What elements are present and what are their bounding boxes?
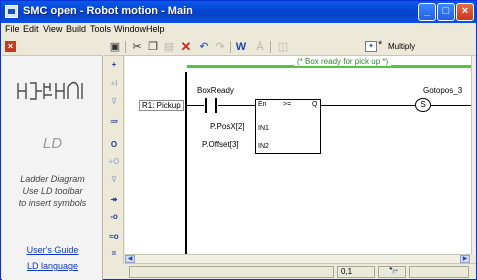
menu-file[interactable]: File: [5, 24, 20, 34]
close-panel-icon[interactable]: ×: [5, 41, 16, 52]
rung-wire: [187, 105, 204, 106]
language-abbr: LD: [42, 135, 63, 152]
left-info-panel: × LD Ladder Diagram Use LD toolbar to in…: [2, 38, 103, 280]
ld-tool-rung[interactable]: ≕: [107, 116, 121, 127]
app-icon: [5, 5, 18, 18]
block-selector[interactable]: Multiply: [388, 42, 415, 51]
menu-view[interactable]: View: [43, 24, 62, 34]
vertical-scrollbar[interactable]: [471, 56, 476, 254]
close-button[interactable]: ×: [456, 3, 474, 21]
contact-variable-label[interactable]: BoxReady: [197, 86, 234, 95]
left-panel-header: ×: [2, 38, 103, 56]
scroll-right-icon[interactable]: ▶: [460, 255, 470, 263]
menu-build[interactable]: Build: [66, 24, 86, 34]
compare-function-block[interactable]: En >= Q IN1 IN2: [255, 99, 321, 154]
cursor-position: 0,1: [337, 266, 375, 278]
paste-icon[interactable]: ▤: [162, 40, 176, 54]
block-in1-pin: IN1: [258, 125, 269, 132]
window-title: SMC open - Robot motion - Main: [23, 5, 193, 17]
block-operator: >=: [283, 101, 292, 108]
ld-tool-jump[interactable]: ↠: [107, 194, 121, 205]
language-description: Ladder Diagram Use LD toolbar to insert …: [2, 173, 103, 209]
status-bar: 0,1 🔭: [125, 263, 476, 279]
left-power-rail: [185, 72, 187, 254]
watch-icon[interactable]: W: [234, 40, 248, 54]
app-window: SMC open - Robot motion - Main _ □ × Fil…: [0, 0, 477, 280]
menu-tools[interactable]: Tools: [90, 24, 111, 34]
ld-tool-contact[interactable]: +: [107, 59, 121, 70]
undo-icon[interactable]: ↶: [197, 40, 211, 54]
scroll-left-icon[interactable]: ◀: [125, 255, 135, 263]
ld-tool-horizontal[interactable]: =: [107, 248, 121, 259]
rung-wire: [431, 105, 471, 106]
contact-symbol[interactable]: [204, 98, 218, 113]
save-icon[interactable]: ▣: [108, 40, 122, 54]
desc-line-3: to insert symbols: [18, 198, 87, 208]
horizontal-scrollbar[interactable]: ◀ ▶: [125, 254, 471, 263]
font-icon[interactable]: Ā: [253, 40, 267, 54]
menu-edit[interactable]: Edit: [23, 24, 39, 34]
rung-comment[interactable]: (* Box ready for pick up *): [294, 57, 392, 66]
redo-icon[interactable]: ↷: [213, 40, 227, 54]
users-guide-link[interactable]: User's Guide: [2, 245, 103, 255]
in1-variable[interactable]: P.PosX[2]: [210, 122, 245, 131]
ld-tool-branch[interactable]: ⊽: [107, 96, 121, 107]
ld-tool-coil[interactable]: O: [107, 139, 121, 150]
menu-bar: File Edit View Build Tools Window Help: [1, 23, 476, 38]
block-star-icon: *: [378, 39, 383, 51]
ld-language-link[interactable]: LD language: [2, 261, 103, 271]
copy-icon[interactable]: ❐: [146, 40, 160, 54]
ld-tool-block[interactable]: ≈o: [107, 231, 121, 242]
block-q-pin: Q: [312, 101, 318, 108]
block-in2-pin: IN2: [258, 143, 269, 150]
desc-line-2: Use LD toolbar: [22, 186, 83, 196]
ld-tool-contact-parallel[interactable]: +I: [107, 78, 121, 89]
ld-tool-return[interactable]: -o: [107, 211, 121, 222]
in2-variable[interactable]: P.Offset[3]: [202, 140, 239, 149]
ld-toolbar: + +I ⊽ ≕ O +O ⊽ ↠ -o ≈o =: [104, 56, 124, 264]
menu-window[interactable]: Window: [114, 24, 146, 34]
main-toolbar: ▣ ✂ ❐ ▤ ✕ ↶ ↷ W Ā ◫ ✦ * Multiply: [104, 38, 476, 56]
set-coil-symbol[interactable]: S: [415, 98, 431, 112]
ld-tool-coil-branch[interactable]: ⊽: [107, 174, 121, 185]
rung-label[interactable]: R1: Pickup: [139, 100, 184, 111]
ladder-logo-icon: [17, 81, 83, 100]
toolbar-separator: [230, 41, 231, 53]
delete-icon[interactable]: ✕: [179, 40, 193, 54]
status-message: [129, 266, 334, 278]
layout-icon[interactable]: ◫: [276, 40, 290, 54]
ld-tool-coil-parallel[interactable]: +O: [107, 156, 121, 167]
rung-wire: [321, 105, 415, 106]
select-block-icon[interactable]: ✦: [365, 41, 377, 52]
coil-variable-label[interactable]: Gotopos_3: [423, 86, 462, 95]
minimize-button[interactable]: _: [418, 3, 436, 21]
find-icon[interactable]: 🔭: [378, 266, 406, 278]
desc-line-1: Ladder Diagram: [20, 174, 85, 184]
menu-help[interactable]: Help: [146, 24, 165, 34]
ladder-diagram-canvas[interactable]: (* Box ready for pick up *) R1: Pickup B…: [125, 56, 471, 254]
cut-icon[interactable]: ✂: [130, 40, 144, 54]
block-en-pin: En: [258, 101, 267, 108]
rung-wire: [218, 105, 255, 106]
status-extra: [409, 266, 469, 278]
toolbar-separator: [125, 41, 126, 53]
maximize-button[interactable]: □: [437, 3, 455, 21]
title-bar[interactable]: SMC open - Robot motion - Main _ □ ×: [1, 1, 476, 23]
toolbar-separator: [270, 41, 271, 53]
